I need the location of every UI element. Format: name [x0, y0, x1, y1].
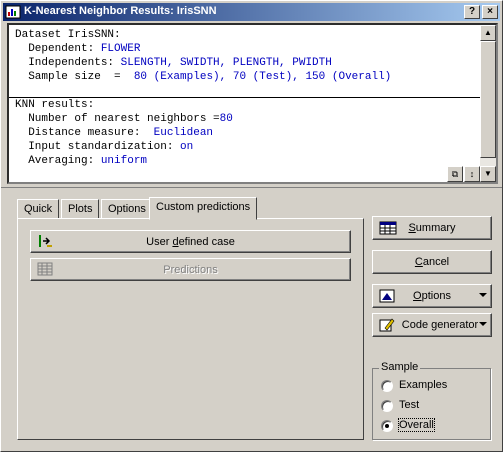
tab-options[interactable]: Options [101, 199, 153, 219]
title-bar: K-Nearest Neighbor Results: IrisSNN ? × [3, 3, 500, 21]
app-icon [5, 5, 21, 19]
chevron-down-icon [479, 293, 487, 297]
scroll-down-icon[interactable]: ▼ [480, 166, 496, 182]
averaging-line: Averaging: uniform [15, 155, 148, 167]
neighbors-line: Number of nearest neighbors =80 [15, 113, 233, 125]
sample-legend: Sample [379, 361, 421, 373]
standardization-value: on [180, 141, 194, 153]
distance-line: Distance measure: Euclidean [15, 127, 214, 139]
code-generator-button[interactable]: Code generator [372, 313, 492, 337]
tab-plots[interactable]: Plots [61, 199, 100, 219]
knn-results-line: KNN results: [15, 99, 95, 111]
tab-custom-predictions[interactable]: Custom predictions [149, 197, 258, 220]
radio-indicator [381, 380, 393, 392]
independents-line: Independents: SLENGTH, SWIDTH, PLENGTH, … [15, 57, 332, 69]
split-resize-icon[interactable]: ↕ [464, 166, 480, 182]
predictions-button[interactable]: Predictions [30, 258, 351, 281]
window-title: K-Nearest Neighbor Results: IrisSNN [24, 5, 217, 17]
tab-quick[interactable]: Quick [17, 199, 60, 219]
radio-indicator [381, 400, 393, 412]
summary-button[interactable]: Summary [372, 216, 492, 240]
sample-size-line: Sample size = 80 (Examples), 70 (Test), … [15, 71, 392, 83]
dependent-line: Dependent: FLOWER [15, 43, 141, 55]
scroll-thumb[interactable] [480, 41, 496, 158]
dependent-value: FLOWER [100, 43, 141, 55]
close-button[interactable]: × [482, 5, 498, 19]
custom-predictions-page: User defined case Predictions [17, 218, 364, 440]
scroll-up-icon[interactable]: ▲ [480, 25, 496, 41]
radio-indicator-selected [381, 420, 393, 432]
user-defined-case-button[interactable]: User defined case [30, 230, 351, 253]
sample-groupbox: Sample Examples Test Overall [372, 361, 491, 440]
copy-output-icon[interactable]: ⧉ [447, 166, 463, 182]
chevron-down-icon [479, 322, 487, 326]
distance-value: Euclidean [153, 127, 214, 139]
knn-results-window: K-Nearest Neighbor Results: IrisSNN ? × … [0, 0, 503, 452]
vertical-scrollbar[interactable]: ▲ ▼ [480, 25, 496, 182]
cancel-button[interactable]: Cancel [372, 250, 492, 274]
options-dropdown-button[interactable]: Options [372, 284, 492, 308]
standardization-line: Input standardization: on [15, 141, 194, 153]
results-output-panel[interactable]: Dataset IrisSNN: Dependent: FLOWER Indep… [7, 23, 498, 184]
output-separator [9, 97, 483, 98]
independents-value: SLENGTH, SWIDTH, PLENGTH, PWIDTH [120, 57, 332, 69]
averaging-value: uniform [100, 155, 148, 167]
sample-size-value: 80 (Examples), 70 (Test), 150 (Overall) [133, 71, 392, 83]
neighbors-value: 80 [219, 113, 233, 125]
dataset-line: Dataset IrisSNN: [15, 29, 121, 41]
help-button[interactable]: ? [464, 5, 480, 19]
